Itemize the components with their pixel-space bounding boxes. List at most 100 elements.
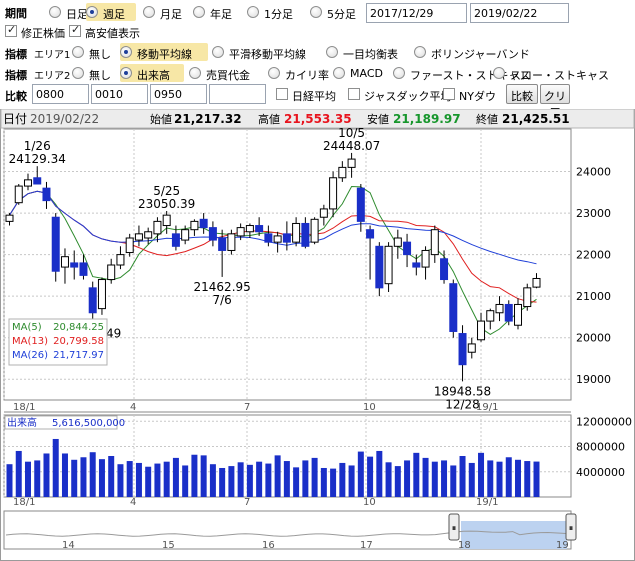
start-date-input[interactable]: 2017/12/29: [366, 3, 467, 23]
candle-body: [467, 343, 476, 353]
candle-body: [319, 208, 328, 218]
volume-bar: [468, 462, 475, 497]
candle-body: [356, 187, 365, 222]
compare-button[interactable]: 比較: [506, 84, 538, 104]
volume-bar: [431, 461, 438, 497]
indicator-label-2: 指標: [5, 69, 27, 82]
candle-body: [532, 277, 541, 288]
radio-icon: [72, 46, 84, 58]
candle-body: [42, 187, 51, 202]
area2-radio-3-label: カイリ率: [285, 69, 329, 82]
area2-radio-2-label: 売買代金: [206, 69, 250, 82]
volume-x-tick: 7: [244, 497, 250, 508]
candle-body: [60, 256, 69, 268]
volume-bar: [71, 459, 78, 497]
header-date: 2019/02/22: [30, 112, 99, 126]
end-date-input[interactable]: 2019/02/22: [470, 3, 569, 23]
area2-radio-0[interactable]: 無し: [72, 64, 116, 82]
area1-radio-4[interactable]: ボリンジャーバンド: [414, 43, 530, 61]
volume-bar: [302, 460, 309, 497]
annotation-date: 1/26: [24, 139, 51, 153]
volume-bar: [182, 465, 189, 497]
area2-radio-4[interactable]: MACD: [333, 64, 389, 82]
area1-radio-2[interactable]: 平滑移動平均線: [212, 43, 322, 61]
area2-radio-1[interactable]: 出来高: [120, 64, 184, 82]
compare-check-2-label: NYダウ: [459, 90, 496, 103]
volume-bar: [422, 457, 429, 497]
period-radio-5-label: 5分足: [327, 8, 356, 21]
header-period-label: 日付: [3, 112, 27, 126]
compare-code-input-4[interactable]: [209, 84, 266, 104]
volume-bar: [6, 464, 13, 497]
area2-radio-5[interactable]: ファースト・ストキャス: [393, 64, 530, 82]
area1-radio-3[interactable]: 一目均衡表: [326, 43, 410, 61]
navigator-tick: 18: [458, 540, 471, 551]
volume-bar: [330, 468, 337, 497]
period-radio-4[interactable]: 1分足: [247, 3, 305, 21]
area2-radio-4-label: MACD: [350, 67, 383, 80]
compare-code-input-1[interactable]: 0800: [32, 84, 89, 104]
ma-legend-value: 20,844.25: [53, 322, 104, 333]
price-tick-label: 20000: [576, 332, 611, 345]
annotation-date: 10/5: [338, 126, 365, 140]
volume-x-tick: 4: [130, 497, 136, 508]
candle-body: [440, 258, 449, 281]
area2-radio-0-label: 無し: [89, 69, 111, 82]
candle-body: [458, 333, 467, 366]
candle-body: [292, 222, 301, 243]
volume-label: 出来高: [7, 416, 37, 429]
area1-radio-1-label: 移動平均線: [137, 48, 192, 61]
navigator-tick: 17: [360, 540, 373, 551]
volume-bar: [496, 461, 503, 497]
period-radio-3[interactable]: 年足: [193, 3, 241, 21]
volume-bar: [320, 467, 327, 497]
area1-radio-4-label: ボリンジャーバンド: [431, 48, 530, 61]
period-radio-4-label: 1分足: [264, 8, 293, 21]
area2-radio-3[interactable]: カイリ率: [268, 64, 329, 82]
volume-bar: [228, 466, 235, 497]
volume-bar: [209, 464, 216, 497]
area2-radio-6[interactable]: スロー・ストキャス: [493, 64, 609, 82]
candle-body: [366, 229, 375, 239]
period-radio-2-label: 月足: [160, 8, 182, 21]
volume-bar: [98, 459, 105, 497]
price-tick-label: 21000: [576, 290, 611, 303]
volume-bar: [515, 459, 522, 497]
price-tick-label: 24000: [576, 166, 611, 179]
area1-radio-3-label: 一目均衡表: [343, 48, 398, 61]
header-high-value: 21,553.35: [284, 112, 352, 126]
compare-code-input-3[interactable]: 0950: [150, 84, 207, 104]
compare-check-0-label: 日経平均: [292, 90, 336, 103]
volume-bar: [293, 467, 300, 497]
period-radio-2[interactable]: 月足: [143, 3, 189, 21]
indicator-label-1: 指標: [5, 48, 27, 61]
area1-radio-0[interactable]: 無し: [72, 43, 116, 61]
option-check-0-label: 修正株価: [21, 27, 65, 40]
compare-row: 比較 0800 0010 0950 日経平均 ジャスダック平均 NYダウ 比較 クリ…: [0, 83, 635, 119]
radio-icon: [212, 46, 224, 58]
area1-radio-1[interactable]: 移動平均線: [120, 43, 208, 61]
period-radio-5[interactable]: 5分足: [310, 3, 362, 21]
volume-bar: [163, 461, 170, 497]
area2-radio-2[interactable]: 売買代金: [189, 64, 263, 82]
volume-bar: [348, 465, 355, 497]
candle-body: [310, 218, 319, 243]
radio-icon: [120, 46, 132, 58]
volume-bar: [441, 460, 448, 497]
candle-body: [273, 235, 282, 243]
volume-bar: [15, 450, 22, 497]
price-chart[interactable]: 日付 2019/02/22 始値 21,217.32 高値 21,553.35 安値 21,1…: [0, 109, 635, 561]
radio-icon: [414, 46, 426, 58]
compare-code-input-2[interactable]: 0010: [91, 84, 148, 104]
period-radio-1[interactable]: 週足: [86, 3, 136, 21]
radio-icon: [120, 67, 132, 79]
volume-bar: [311, 457, 318, 497]
volume-bar: [24, 461, 31, 497]
candle-body: [51, 216, 60, 272]
period-radio-0[interactable]: 日足: [49, 3, 88, 21]
radio-icon: [193, 6, 205, 18]
candle-body: [504, 303, 513, 322]
clear-button[interactable]: クリア: [540, 84, 570, 119]
compare-label: 比較: [5, 90, 27, 103]
annotation-date: 7/6: [212, 293, 231, 307]
